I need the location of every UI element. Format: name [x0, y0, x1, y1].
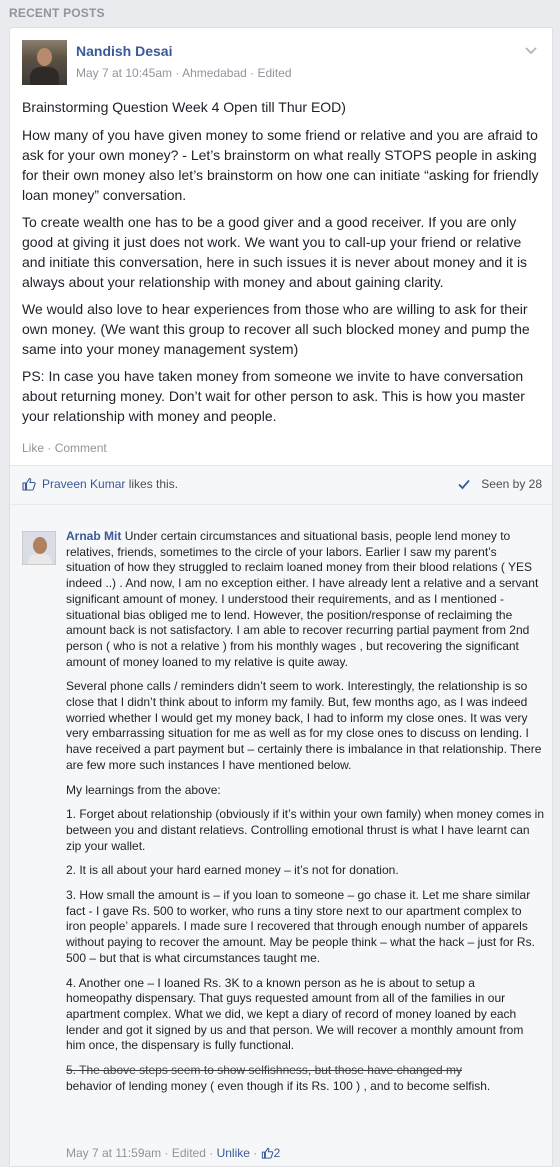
comment-paragraph: behavior of lending money ( even though …: [66, 1078, 491, 1093]
post-paragraph: How many of you have given money to some…: [22, 127, 539, 203]
author-name[interactable]: Nandish Desai: [76, 43, 172, 59]
comment-paragraph: Several phone calls / reminders didn’t s…: [66, 679, 542, 772]
likes-summary: Praveen Kumar likes this.: [42, 477, 179, 491]
unlike-link[interactable]: Unlike: [217, 1146, 250, 1160]
divider: [10, 504, 552, 505]
post-date[interactable]: May 7 at 10:45am: [76, 66, 172, 80]
post-edited[interactable]: Edited: [257, 66, 291, 80]
post-header: Nandish Desai May 7 at 10:45am · Ahmedab…: [22, 40, 542, 88]
comment-paragraph: 3. How small the amount is – if you loan…: [66, 888, 535, 965]
comment-date[interactable]: May 7 at 11:59am: [66, 1146, 161, 1160]
post-paragraph: PS: In case you have taken money from so…: [22, 368, 525, 424]
commenter-name[interactable]: Arnab Mit: [66, 529, 121, 543]
liker-name[interactable]: Praveen Kumar: [42, 477, 125, 491]
post-paragraph: To create wealth one has to be a good gi…: [22, 214, 528, 290]
seen-by[interactable]: Seen by 28: [481, 477, 542, 491]
post-paragraph: We would also love to hear experiences f…: [22, 301, 530, 357]
post-meta: May 7 at 10:45am · Ahmedabad · Edited: [76, 66, 292, 80]
comment-like-count[interactable]: 2: [274, 1146, 281, 1160]
post-location[interactable]: Ahmedabad: [182, 66, 247, 80]
post-body: Brainstorming Question Week 4 Open till …: [22, 97, 544, 433]
comment-edited[interactable]: Edited: [172, 1146, 206, 1160]
comment-paragraph: My learnings from the above:: [66, 782, 221, 797]
author-avatar[interactable]: [22, 40, 67, 85]
commenter-avatar[interactable]: [22, 531, 56, 565]
comment-meta: May 7 at 11:59am · Edited · Unlike · 2: [66, 1146, 281, 1160]
thumbs-up-icon: [261, 1147, 273, 1159]
comment-paragraph: Under certain circumstances and situatio…: [66, 529, 539, 669]
ufi-section: Praveen Kumar likes this. Seen by 28 Arn…: [10, 465, 552, 1166]
like-link[interactable]: Like: [22, 441, 44, 455]
check-icon: [458, 479, 470, 490]
comment-paragraph: 1. Forget about relationship (obviously …: [66, 807, 544, 853]
comment-paragraph: 4. Another one – I loaned Rs. 3K to a kn…: [66, 975, 524, 1053]
section-title: RECENT POSTS: [9, 6, 105, 20]
post-paragraph: Brainstorming Question Week 4 Open till …: [22, 99, 346, 115]
post-card: Nandish Desai May 7 at 10:45am · Ahmedab…: [9, 27, 553, 1167]
likes-row: Praveen Kumar likes this. Seen by 28: [22, 476, 542, 494]
comment-strike-text: 5. The above steps seem to show selfishn…: [66, 1063, 463, 1078]
thumbs-up-icon: [22, 477, 36, 491]
post-actions: Like · Comment: [22, 441, 107, 455]
chevron-down-icon[interactable]: [524, 44, 538, 58]
comment-paragraph: 2. It is all about your hard earned mone…: [66, 863, 399, 878]
comment-link[interactable]: Comment: [55, 441, 107, 455]
comment: Arnab Mit Under certain circumstances an…: [66, 529, 544, 1095]
